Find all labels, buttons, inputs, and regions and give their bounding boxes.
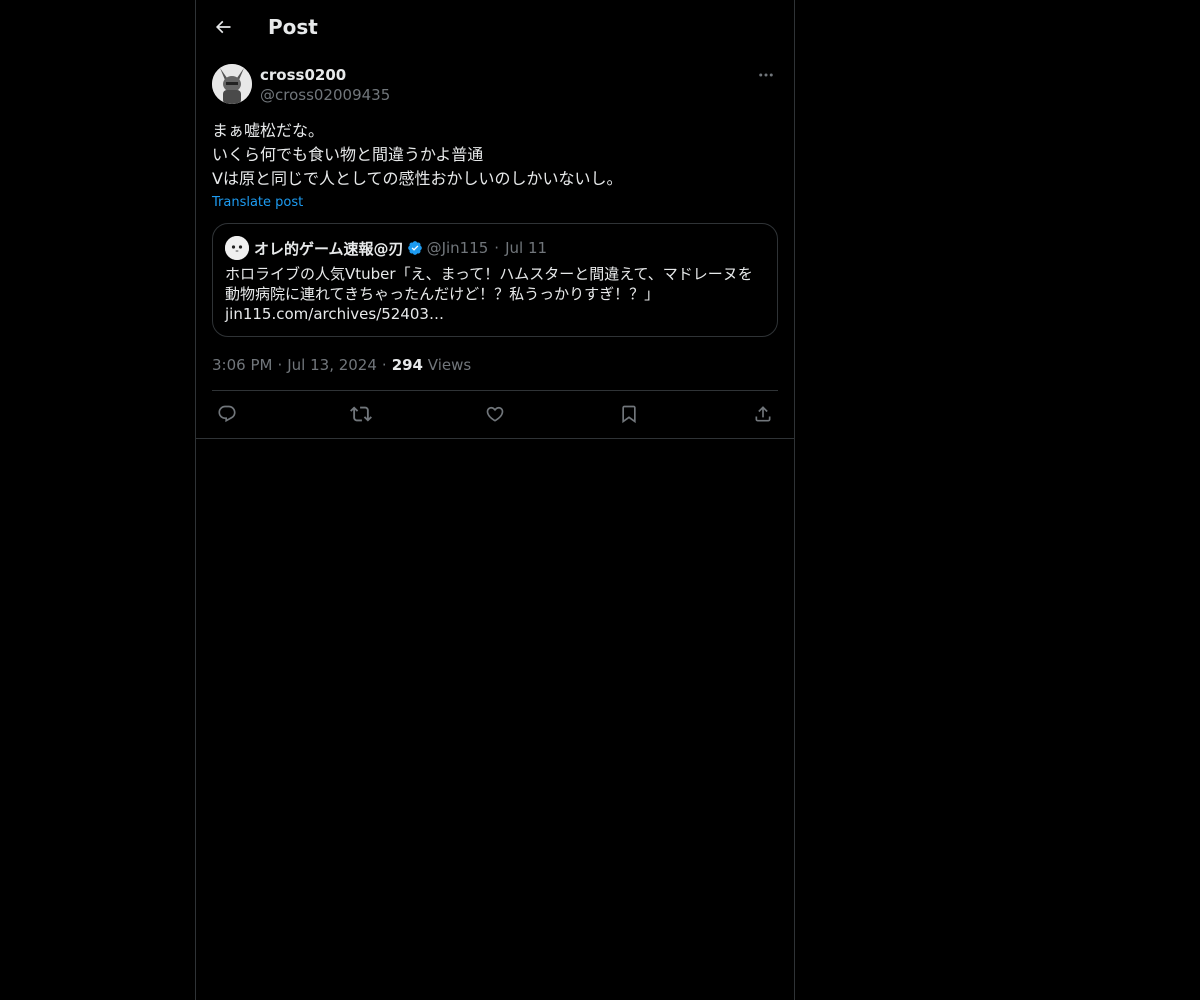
reply-icon: [218, 405, 236, 423]
page-title: Post: [268, 15, 318, 39]
page-header: Post: [196, 0, 794, 53]
avatar-image: [225, 236, 249, 260]
quoted-post-link[interactable]: jin115.com/archives/52403…: [225, 304, 765, 324]
post-author-row: cross0200 @cross02009435: [212, 64, 778, 108]
post-actions: [196, 391, 794, 439]
verified-badge-icon: [407, 240, 423, 256]
meta-separator: ·: [381, 356, 387, 374]
quoted-author-handle: @Jin115: [426, 239, 489, 257]
post: cross0200 @cross02009435 まぁ嘘松だな。 いくら何でも食…: [196, 64, 794, 439]
avatar-image: [212, 64, 252, 104]
arrow-left-icon: [215, 20, 231, 34]
more-options-button[interactable]: [754, 64, 778, 86]
views-count: 294: [391, 356, 423, 374]
like-icon: [486, 406, 504, 422]
main-column: Post cross0200 @cross02009435 まぁ嘘松だな。 いく…: [195, 0, 795, 1000]
post-text: まぁ嘘松だな。 いくら何でも食い物と間違うかよ普通 Vは原と同じで人としての感性…: [212, 121, 623, 188]
quoted-post-text: ホロライブの人気Vtuber「え、まって！ハムスターと間違えて、マドレーヌを動物…: [225, 265, 753, 303]
bookmark-button[interactable]: [618, 403, 640, 425]
post-meta: 3:06 PM · Jul 13, 2024 · 294 Views: [212, 355, 778, 391]
quoted-separator: ·: [494, 239, 500, 257]
quoted-post-header: オレ的ゲーム速報@刃 @Jin115 · Jul 11: [225, 236, 765, 260]
reply-button[interactable]: [216, 403, 238, 425]
meta-separator: ·: [277, 356, 283, 374]
like-button[interactable]: [484, 403, 506, 425]
author-display-name[interactable]: cross0200: [260, 65, 390, 85]
bookmark-icon: [622, 405, 636, 424]
author-avatar[interactable]: [212, 64, 252, 104]
post-time[interactable]: 3:06 PM: [212, 356, 272, 374]
author-handle[interactable]: @cross02009435: [260, 85, 390, 105]
translate-post-link[interactable]: Translate post: [212, 194, 303, 212]
quoted-author-display-name: オレ的ゲーム速報@刃: [254, 239, 404, 258]
quoted-author-avatar: [225, 236, 249, 260]
quoted-post-date: Jul 11: [505, 239, 548, 257]
back-button[interactable]: [206, 10, 240, 44]
share-button[interactable]: [752, 403, 774, 425]
post-date[interactable]: Jul 13, 2024: [287, 356, 377, 374]
repost-icon: [350, 406, 372, 422]
quoted-post[interactable]: オレ的ゲーム速報@刃 @Jin115 · Jul 11 ホロライブの人気Vtub…: [212, 223, 778, 337]
views-label: Views: [427, 356, 472, 374]
more-horizontal-icon: [759, 73, 773, 77]
repost-button[interactable]: [350, 403, 372, 425]
share-icon: [755, 406, 771, 422]
